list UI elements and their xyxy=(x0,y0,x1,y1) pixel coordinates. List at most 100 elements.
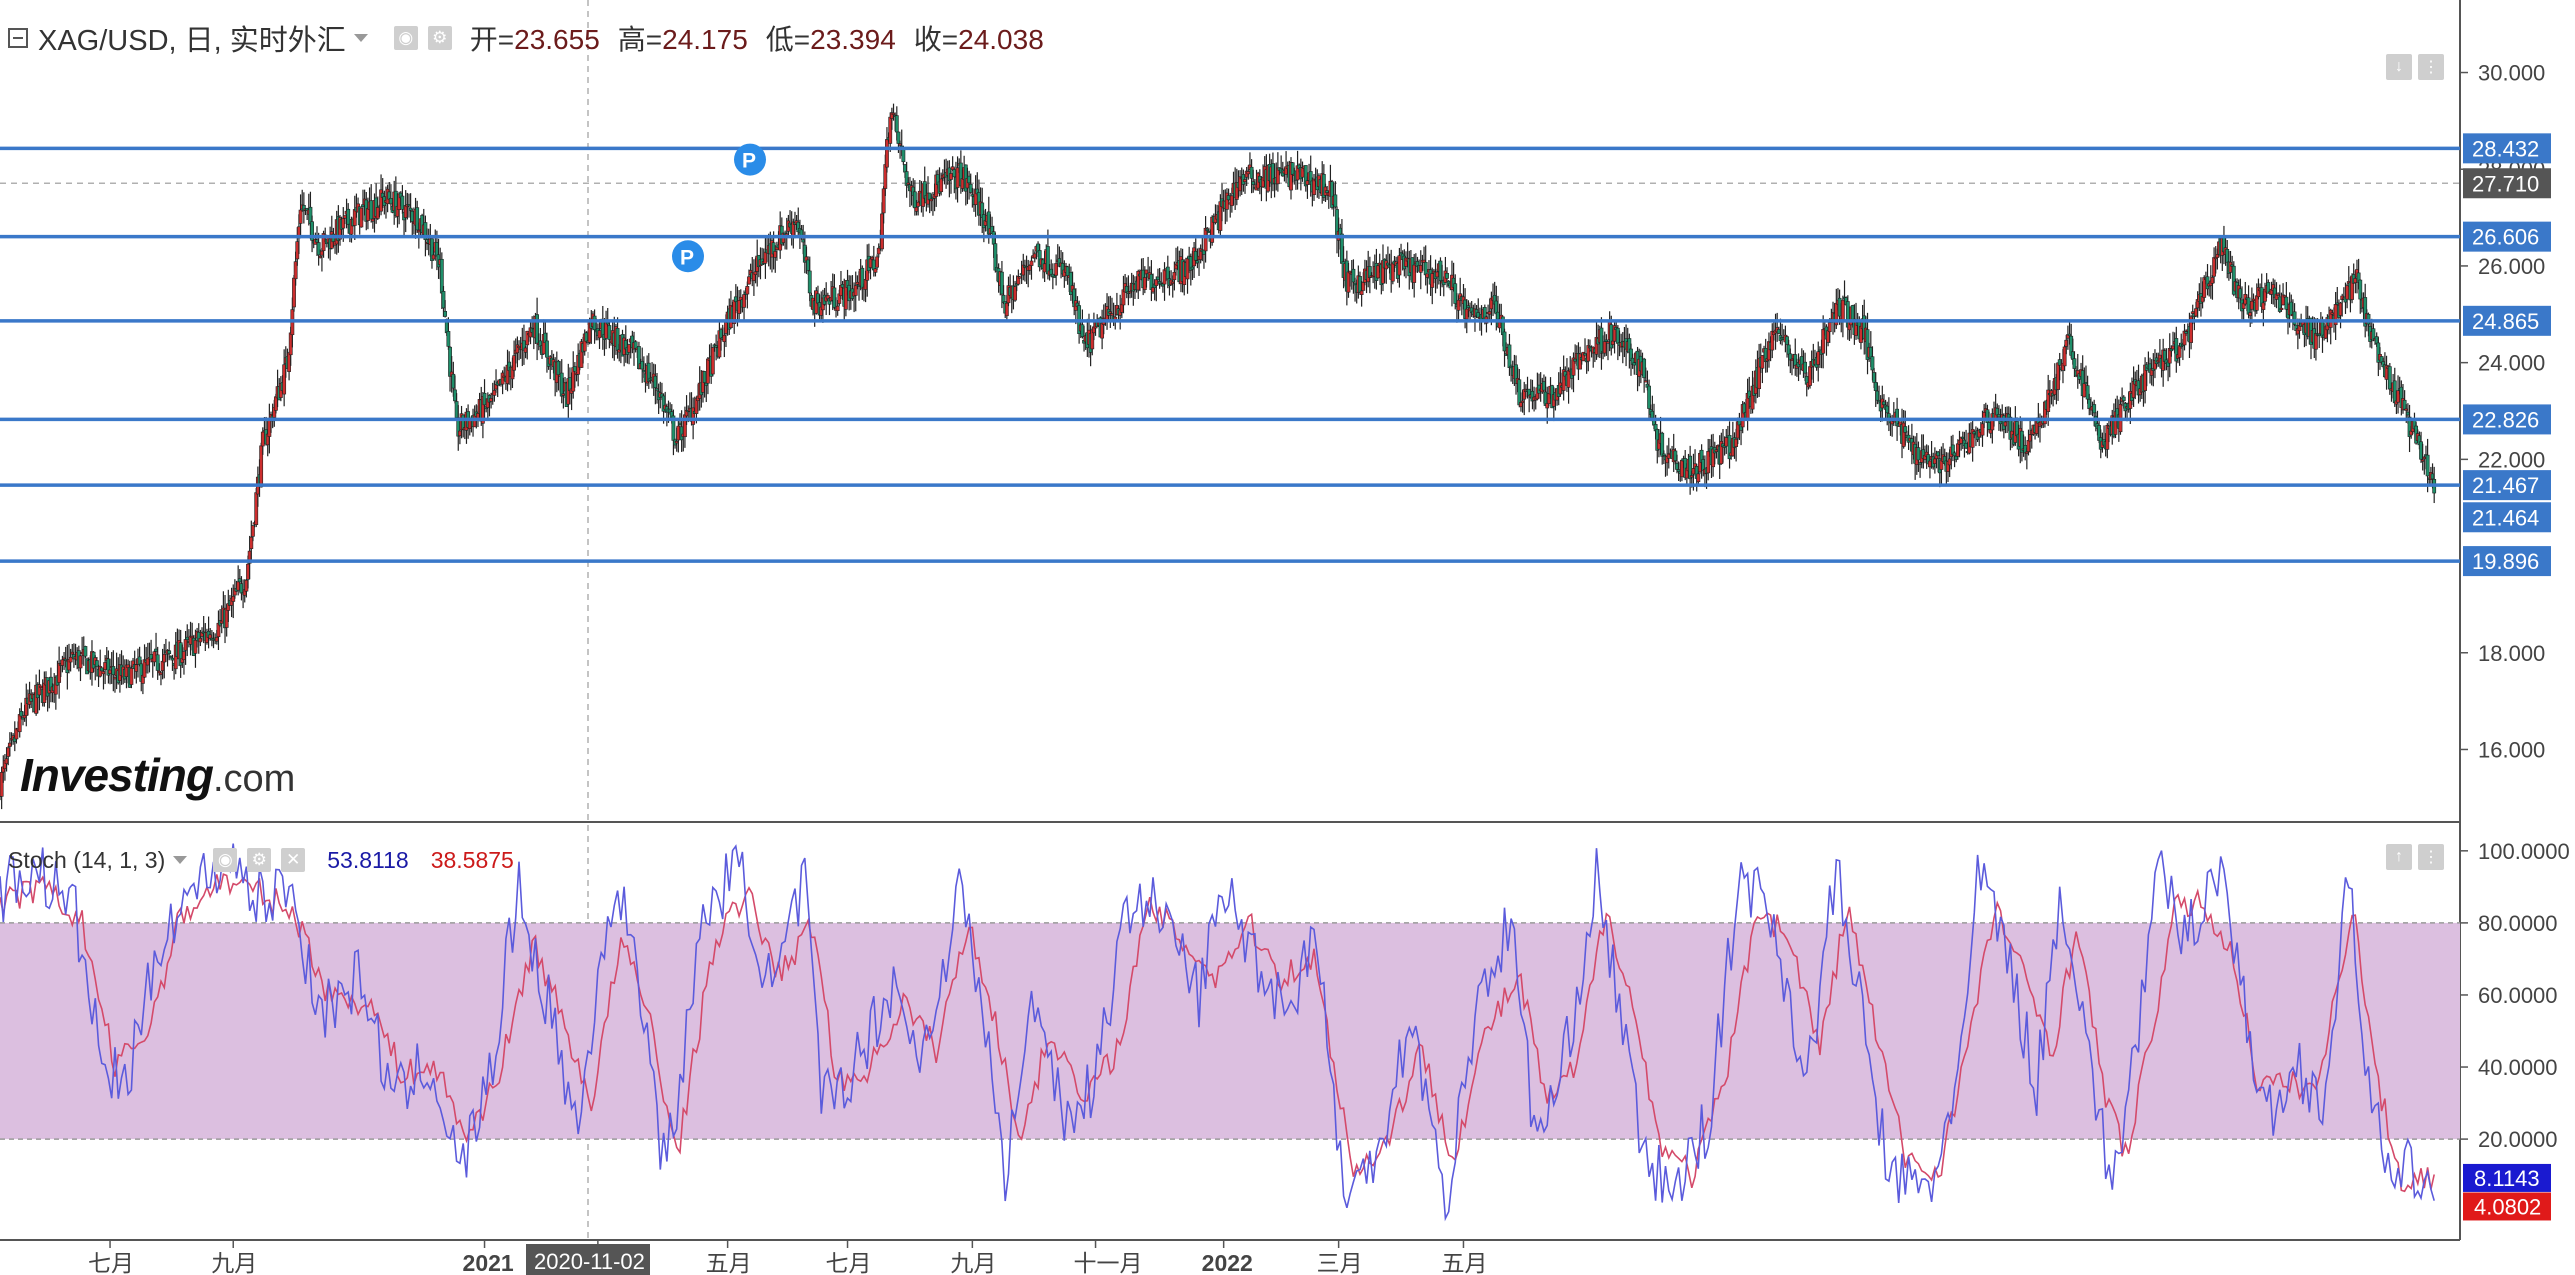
gear-icon[interactable]: ⚙ xyxy=(427,26,452,50)
chart-canvas[interactable]: 30.00028.00026.00024.00022.00018.00016.0… xyxy=(0,0,2575,1275)
dropdown-chevron-icon[interactable] xyxy=(353,34,368,42)
price-label: 19.896 xyxy=(2472,549,2539,574)
cursor-date-label: 2020-11-02 xyxy=(534,1249,645,1274)
high-value: 高=24.175 xyxy=(617,24,748,55)
candle xyxy=(1423,261,1428,276)
gear-icon[interactable]: ⚙ xyxy=(247,848,272,872)
candle xyxy=(1696,473,1701,483)
candle xyxy=(1827,322,1832,333)
collapse-icon[interactable] xyxy=(8,28,28,48)
eye-icon[interactable]: ◉ xyxy=(213,848,238,872)
investing-logo: Investing.com xyxy=(20,749,296,801)
candle xyxy=(1029,260,1034,266)
price-tick-label: 18.000 xyxy=(2478,641,2545,666)
candle xyxy=(745,286,750,295)
stoch-tick-label: 80.0000 xyxy=(2478,911,2558,936)
stoch-value-label: 4.0802 xyxy=(2474,1194,2541,1219)
candlestick-series xyxy=(0,103,2437,810)
price-label: 26.606 xyxy=(2472,225,2539,250)
candle xyxy=(1333,194,1338,208)
time-tick-label: 2021 xyxy=(463,1250,514,1275)
candle xyxy=(545,340,549,358)
candle xyxy=(2425,454,2430,477)
time-tick-label: 三月 xyxy=(1317,1250,1363,1275)
candle xyxy=(1803,361,1808,374)
candle xyxy=(68,656,73,663)
stoch-tick-label: 60.0000 xyxy=(2478,983,2558,1008)
candle xyxy=(2092,404,2097,414)
time-tick-label: 九月 xyxy=(211,1250,257,1275)
candle xyxy=(446,331,451,347)
arrow-up-icon[interactable]: ↑ xyxy=(2386,844,2412,870)
p-marker-label: P xyxy=(680,246,694,269)
time-tick-label: 十一月 xyxy=(1074,1250,1143,1275)
price-tick-label: 16.000 xyxy=(2478,737,2545,762)
stoch-pane-buttons: ↑ ⋮ xyxy=(2386,844,2444,870)
candle xyxy=(1397,255,1402,276)
time-tick-label: 七月 xyxy=(88,1250,134,1275)
eye-icon[interactable]: ◉ xyxy=(393,26,418,50)
price-tick-label: 22.000 xyxy=(2478,447,2545,472)
price-label: 22.826 xyxy=(2472,407,2539,432)
time-tick-label: 九月 xyxy=(950,1250,996,1275)
candle xyxy=(1724,437,1729,447)
candle xyxy=(949,173,953,180)
stoch-title[interactable]: Stoch (14, 1, 3) xyxy=(8,847,165,874)
more-icon[interactable]: ⋮ xyxy=(2418,844,2444,870)
stoch-legend: Stoch (14, 1, 3) ◉ ⚙ ✕ 53.8118 38.5875 xyxy=(8,840,514,880)
candle xyxy=(572,366,577,372)
p-marker[interactable]: P xyxy=(672,240,704,273)
time-tick-label: 七月 xyxy=(826,1250,872,1275)
stoch-value-label: 8.1143 xyxy=(2474,1166,2540,1191)
price-label: 21.467 xyxy=(2472,473,2539,498)
price-tick-label: 24.000 xyxy=(2478,351,2545,376)
close-icon[interactable]: ✕ xyxy=(281,848,306,872)
low-value: 低=23.394 xyxy=(765,24,896,55)
stoch-dropdown-icon[interactable] xyxy=(173,856,188,864)
candle xyxy=(366,208,370,221)
candle xyxy=(2345,285,2350,300)
candle xyxy=(129,668,134,685)
candle xyxy=(835,305,840,312)
stoch-tick-label: 40.0000 xyxy=(2478,1055,2558,1080)
candle xyxy=(597,330,602,339)
candle xyxy=(167,650,172,654)
candle xyxy=(1359,290,1364,295)
main-legend: XAG/USD, 日, 实时外汇 ◉ ⚙ 开=23.655 高=24.175 低… xyxy=(8,14,1044,62)
price-tick-label: 26.000 xyxy=(2478,254,2545,279)
candle xyxy=(885,139,889,168)
candle xyxy=(83,646,88,657)
price-axis: 30.00028.00026.00024.00022.00018.00016.0… xyxy=(2460,61,2570,1221)
main-pane-buttons: ↓ ⋮ xyxy=(2386,54,2444,80)
stoch-d-value: 38.5875 xyxy=(430,846,514,873)
arrow-down-icon[interactable]: ↓ xyxy=(2386,54,2412,80)
symbol-title[interactable]: XAG/USD, 日, 实时外汇 xyxy=(38,17,346,59)
markers: PP xyxy=(672,143,766,273)
price-tick-label: 30.000 xyxy=(2478,61,2545,86)
p-marker-label: P xyxy=(742,150,756,173)
candle xyxy=(443,310,448,317)
candle xyxy=(894,115,899,133)
stoch-tick-label: 20.0000 xyxy=(2478,1127,2558,1152)
time-axis: 七月九月2021三月五月七月九月十一月2022三月五月2020-11-02 xyxy=(88,1240,1487,1275)
p-marker[interactable]: P xyxy=(734,143,766,176)
candle xyxy=(2279,307,2284,311)
candle xyxy=(875,256,879,268)
candle xyxy=(260,431,265,447)
more-icon[interactable]: ⋮ xyxy=(2418,54,2444,80)
price-label: 27.710 xyxy=(2472,171,2539,196)
candle xyxy=(1840,299,1845,321)
time-tick-label: 2022 xyxy=(1202,1250,1253,1275)
price-label: 28.432 xyxy=(2472,136,2539,161)
candle xyxy=(1916,447,1921,461)
candle xyxy=(2121,396,2126,401)
stoch-k-value: 53.8118 xyxy=(327,846,409,873)
price-label: 21.464 xyxy=(2472,505,2539,530)
close-value: 收=24.038 xyxy=(913,24,1044,55)
candle xyxy=(346,208,351,225)
time-tick-label: 五月 xyxy=(706,1250,752,1275)
candle xyxy=(251,525,255,537)
price-label: 24.865 xyxy=(2472,309,2539,334)
candle xyxy=(1507,344,1512,368)
open-value: 开=23.655 xyxy=(469,24,600,55)
